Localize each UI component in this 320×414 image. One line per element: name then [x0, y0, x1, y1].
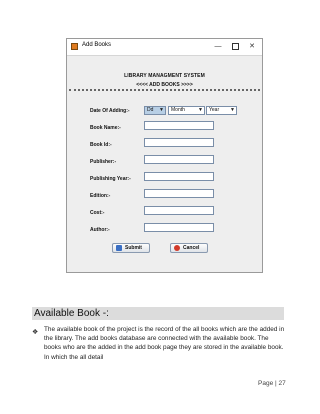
app-icon [71, 43, 78, 50]
cancel-button-label: Cancel [183, 245, 200, 251]
date-label: Date Of Adding:- [90, 108, 130, 114]
dotted-divider [69, 89, 260, 93]
day-select[interactable]: Dd ▼ [144, 106, 166, 115]
window-title: Add Books [82, 42, 112, 48]
page-number: Page | 27 [258, 380, 286, 387]
cancel-button[interactable]: Cancel [170, 243, 208, 253]
body-paragraph: The available book of the project is the… [44, 326, 285, 361]
cost-label: Cost:- [90, 210, 105, 216]
chevron-down-icon: ▼ [198, 107, 203, 113]
publisher-label: Publisher:- [90, 159, 117, 165]
day-select-value: Dd [147, 107, 154, 113]
year-select[interactable]: Year ▼ [206, 106, 237, 115]
author-label: Author:- [90, 227, 110, 233]
book-id-label: Book Id:- [90, 142, 112, 148]
publishing-year-input[interactable] [144, 172, 214, 181]
month-select-value: Month [171, 107, 185, 113]
chevron-down-icon: ▼ [230, 107, 235, 113]
minimize-button[interactable]: — [213, 41, 223, 52]
book-name-input[interactable] [144, 121, 214, 130]
book-id-input[interactable] [144, 138, 214, 147]
close-button[interactable]: ✕ [247, 41, 257, 52]
edition-input[interactable] [144, 189, 214, 198]
submit-button[interactable]: Submit [112, 243, 150, 253]
chevron-down-icon: ▼ [159, 107, 164, 113]
system-title: LIBRARY MANAGMENT SYSTEM [124, 73, 205, 79]
save-icon [116, 245, 122, 251]
cancel-icon [174, 245, 180, 251]
cost-input[interactable] [144, 206, 214, 215]
year-select-value: Year [209, 107, 220, 113]
publishing-year-label: Publishing Year:- [90, 176, 131, 182]
section-heading: Available Book -: [32, 307, 284, 320]
window-titlebar: Add Books — ✕ [67, 39, 262, 56]
month-select[interactable]: Month ▼ [168, 106, 205, 115]
submit-button-label: Submit [125, 245, 142, 251]
diamond-bullet-icon: ❖ [32, 329, 39, 336]
author-input[interactable] [144, 223, 214, 232]
maximize-icon [231, 42, 239, 50]
maximize-button[interactable] [230, 41, 240, 52]
add-books-window: Add Books — ✕ LIBRARY MANAGMENT SYSTEM <… [66, 38, 263, 273]
form-subtitle: <<<< ADD BOOKS >>>> [136, 82, 193, 88]
publisher-input[interactable] [144, 155, 214, 164]
edition-label: Edition:- [90, 193, 111, 199]
book-name-label: Book Name:- [90, 125, 121, 131]
